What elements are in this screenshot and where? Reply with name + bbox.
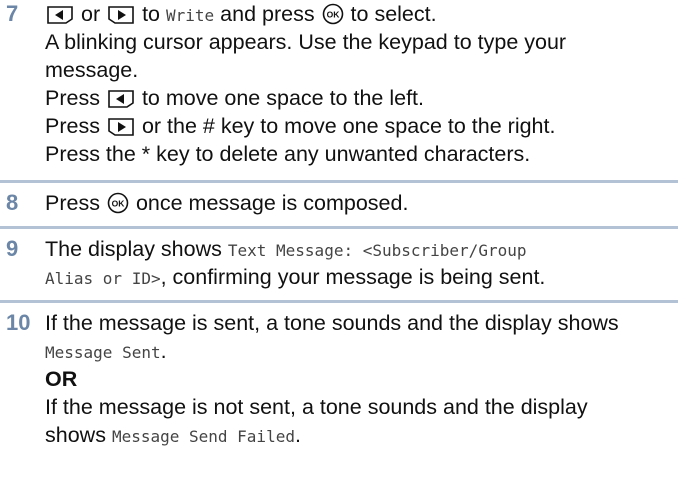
step-line: Press to move one space to the left. bbox=[45, 86, 424, 110]
step-line: Press the * key to delete any unwanted c… bbox=[45, 142, 531, 166]
left-arrow-key-icon bbox=[46, 5, 74, 25]
step-line: If the message is not sent, a tone sound… bbox=[45, 395, 588, 419]
separator bbox=[0, 226, 678, 229]
display-text: Message Sent bbox=[45, 343, 161, 362]
step-line: The display shows Text Message: <Subscri… bbox=[45, 237, 527, 261]
display-text: Text Message: <Subscriber/Group bbox=[227, 241, 527, 260]
step-line: Message Sent. bbox=[45, 339, 167, 363]
step-line: Press or the # key to move one space to … bbox=[45, 114, 556, 138]
step-number: 7 bbox=[6, 1, 19, 26]
separator bbox=[0, 180, 678, 183]
step-line: shows Message Send Failed. bbox=[45, 423, 301, 447]
display-text: Write bbox=[166, 6, 215, 25]
step-number: 9 bbox=[6, 236, 19, 261]
step-body: If the message is sent, a tone sounds an… bbox=[45, 309, 675, 449]
right-arrow-key-icon bbox=[107, 5, 135, 25]
step-line: Press OK once message is composed. bbox=[45, 191, 409, 215]
separator bbox=[0, 300, 678, 303]
display-text: Alias or ID> bbox=[45, 269, 161, 288]
step-line: or to Write and press OK to select. bbox=[45, 0, 675, 28]
svg-text:OK: OK bbox=[326, 10, 340, 20]
step-line: Alias or ID>, confirming your message is… bbox=[45, 265, 546, 289]
step-line: message. bbox=[45, 58, 139, 82]
step-number: 8 bbox=[6, 190, 19, 215]
display-text: Message Send Failed bbox=[111, 427, 295, 446]
ok-key-icon: OK bbox=[322, 3, 344, 25]
svg-text:OK: OK bbox=[112, 199, 126, 209]
step-line-or: OR bbox=[45, 367, 78, 391]
step-number: 10 bbox=[6, 310, 31, 335]
left-arrow-key-icon bbox=[107, 89, 135, 109]
ok-key-icon: OK bbox=[107, 192, 129, 214]
step-line: If the message is sent, a tone sounds an… bbox=[45, 311, 619, 335]
instruction-page: 7 or to Write and press OK to select. A … bbox=[0, 0, 678, 483]
step-body: The display shows Text Message: <Subscri… bbox=[45, 235, 675, 291]
step-line: A blinking cursor appears. Use the keypa… bbox=[45, 30, 567, 54]
step-body: or to Write and press OK to select. A bl… bbox=[45, 0, 675, 168]
right-arrow-key-icon bbox=[107, 117, 135, 137]
step-body: Press OK once message is composed. bbox=[45, 189, 675, 217]
